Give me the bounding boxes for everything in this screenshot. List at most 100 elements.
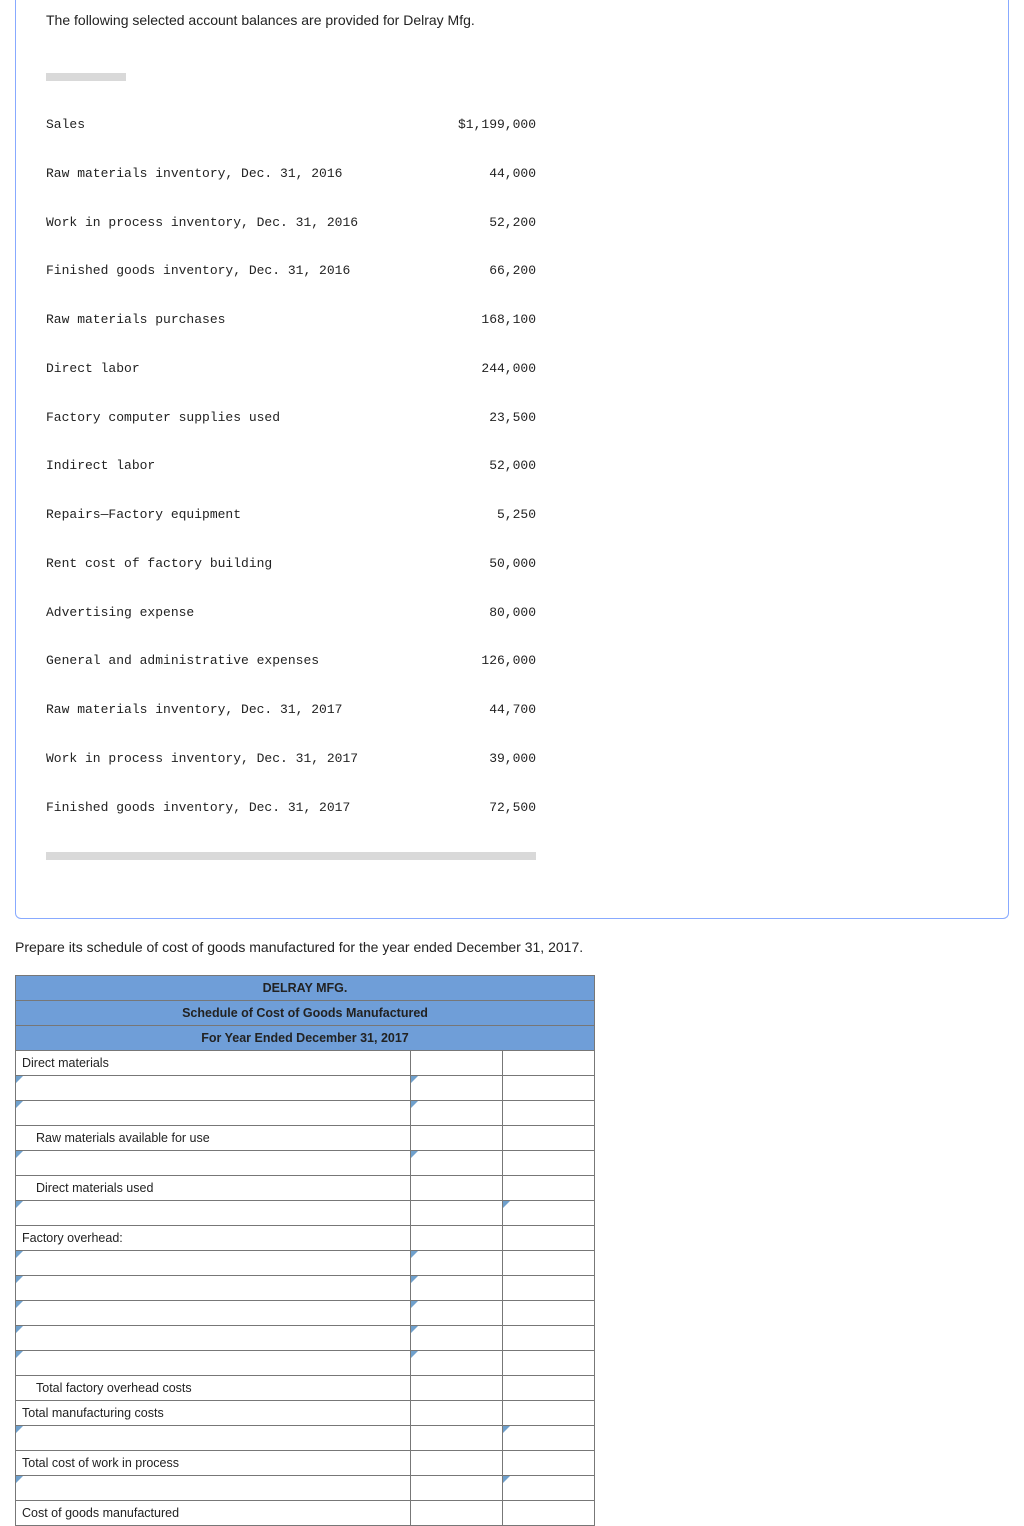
row-input: [16, 1250, 595, 1275]
cell: [411, 1475, 503, 1500]
amount-input[interactable]: [411, 1150, 503, 1175]
cell: [411, 1175, 503, 1200]
balance-row: General and administrative expenses126,0…: [46, 653, 978, 669]
cell: [411, 1200, 503, 1225]
scroll-indicator-top: [46, 73, 126, 81]
label-input[interactable]: [16, 1250, 411, 1275]
cell: [411, 1375, 503, 1400]
label-input[interactable]: [16, 1075, 411, 1100]
row-input: [16, 1075, 595, 1100]
schedule-table: DELRAY MFG. Schedule of Cost of Goods Ma…: [15, 975, 595, 1526]
cell: [503, 1225, 595, 1250]
amount-input[interactable]: [411, 1275, 503, 1300]
amount-input[interactable]: [411, 1075, 503, 1100]
cell: [411, 1425, 503, 1450]
label-raw-avail: Raw materials available for use: [16, 1125, 411, 1150]
row-input: [16, 1275, 595, 1300]
label-input[interactable]: [16, 1425, 411, 1450]
schedule-title: DELRAY MFG.: [16, 975, 595, 1000]
cell: [503, 1325, 595, 1350]
balance-row: Sales$1,199,000: [46, 117, 978, 133]
balances-table: Sales$1,199,000 Raw materials inventory,…: [46, 40, 978, 893]
cell: [411, 1450, 503, 1475]
balance-row: Work in process inventory, Dec. 31, 2016…: [46, 215, 978, 231]
balance-row: Direct labor244,000: [46, 361, 978, 377]
row-direct-materials: Direct materials: [16, 1050, 595, 1075]
row-tot-wip: Total cost of work in process: [16, 1450, 595, 1475]
cell: [411, 1125, 503, 1150]
label-cogm: Cost of goods manufactured: [16, 1500, 411, 1525]
balance-row: Factory computer supplies used23,500: [46, 410, 978, 426]
balance-row: Finished goods inventory, Dec. 31, 20177…: [46, 800, 978, 816]
label-input[interactable]: [16, 1275, 411, 1300]
cell: [503, 1275, 595, 1300]
row-tot-fo: Total factory overhead costs: [16, 1375, 595, 1400]
balance-row: Rent cost of factory building50,000: [46, 556, 978, 572]
cell: [503, 1400, 595, 1425]
label-input[interactable]: [16, 1200, 411, 1225]
cell: [503, 1300, 595, 1325]
label-dm-used: Direct materials used: [16, 1175, 411, 1200]
problem-box: The following selected account balances …: [15, 0, 1009, 919]
cell: [503, 1250, 595, 1275]
amount-input[interactable]: [411, 1325, 503, 1350]
schedule-subtitle: Schedule of Cost of Goods Manufactured: [16, 1000, 595, 1025]
row-raw-avail: Raw materials available for use: [16, 1125, 595, 1150]
cell: [503, 1175, 595, 1200]
cell: [411, 1225, 503, 1250]
label-input[interactable]: [16, 1475, 411, 1500]
scroll-indicator-bottom: [46, 852, 536, 860]
schedule-header-row: For Year Ended December 31, 2017: [16, 1025, 595, 1050]
amount-input[interactable]: [411, 1100, 503, 1125]
balance-row: Repairs—Factory equipment5,250: [46, 507, 978, 523]
cell: [503, 1100, 595, 1125]
label-input[interactable]: [16, 1325, 411, 1350]
schedule-header-row: DELRAY MFG.: [16, 975, 595, 1000]
label-tot-fo: Total factory overhead costs: [16, 1375, 411, 1400]
row-input: [16, 1200, 595, 1225]
label-input[interactable]: [16, 1100, 411, 1125]
cell: [503, 1125, 595, 1150]
label-tot-mfg: Total manufacturing costs: [16, 1400, 411, 1425]
schedule-header-row: Schedule of Cost of Goods Manufactured: [16, 1000, 595, 1025]
label-input[interactable]: [16, 1150, 411, 1175]
balance-row: Advertising expense80,000: [46, 605, 978, 621]
cell: [503, 1350, 595, 1375]
row-input: [16, 1325, 595, 1350]
cell: [503, 1500, 595, 1525]
label-input[interactable]: [16, 1350, 411, 1375]
label-tot-wip: Total cost of work in process: [16, 1450, 411, 1475]
cell: [411, 1050, 503, 1075]
amount-input[interactable]: [411, 1350, 503, 1375]
balance-row: Finished goods inventory, Dec. 31, 20166…: [46, 263, 978, 279]
balance-row: Work in process inventory, Dec. 31, 2017…: [46, 751, 978, 767]
balance-row: Indirect labor52,000: [46, 458, 978, 474]
amount-input[interactable]: [503, 1200, 595, 1225]
row-cogm: Cost of goods manufactured: [16, 1500, 595, 1525]
row-input: [16, 1300, 595, 1325]
intro-text: The following selected account balances …: [46, 12, 978, 28]
amount-input[interactable]: [411, 1250, 503, 1275]
row-input: [16, 1350, 595, 1375]
balance-row: Raw materials purchases168,100: [46, 312, 978, 328]
amount-input[interactable]: [503, 1425, 595, 1450]
label-fo: Factory overhead:: [16, 1225, 411, 1250]
cell: [411, 1500, 503, 1525]
amount-input[interactable]: [503, 1475, 595, 1500]
cell: [503, 1450, 595, 1475]
cell: [503, 1150, 595, 1175]
row-tot-mfg: Total manufacturing costs: [16, 1400, 595, 1425]
schedule-period: For Year Ended December 31, 2017: [16, 1025, 595, 1050]
row-input: [16, 1425, 595, 1450]
balance-row: Raw materials inventory, Dec. 31, 201644…: [46, 166, 978, 182]
row-input: [16, 1475, 595, 1500]
cell: [503, 1075, 595, 1100]
cell: [411, 1400, 503, 1425]
cell: [503, 1375, 595, 1400]
label-input[interactable]: [16, 1300, 411, 1325]
row-input: [16, 1150, 595, 1175]
row-input: [16, 1100, 595, 1125]
label-direct-materials: Direct materials: [16, 1050, 411, 1075]
amount-input[interactable]: [411, 1300, 503, 1325]
row-dm-used: Direct materials used: [16, 1175, 595, 1200]
